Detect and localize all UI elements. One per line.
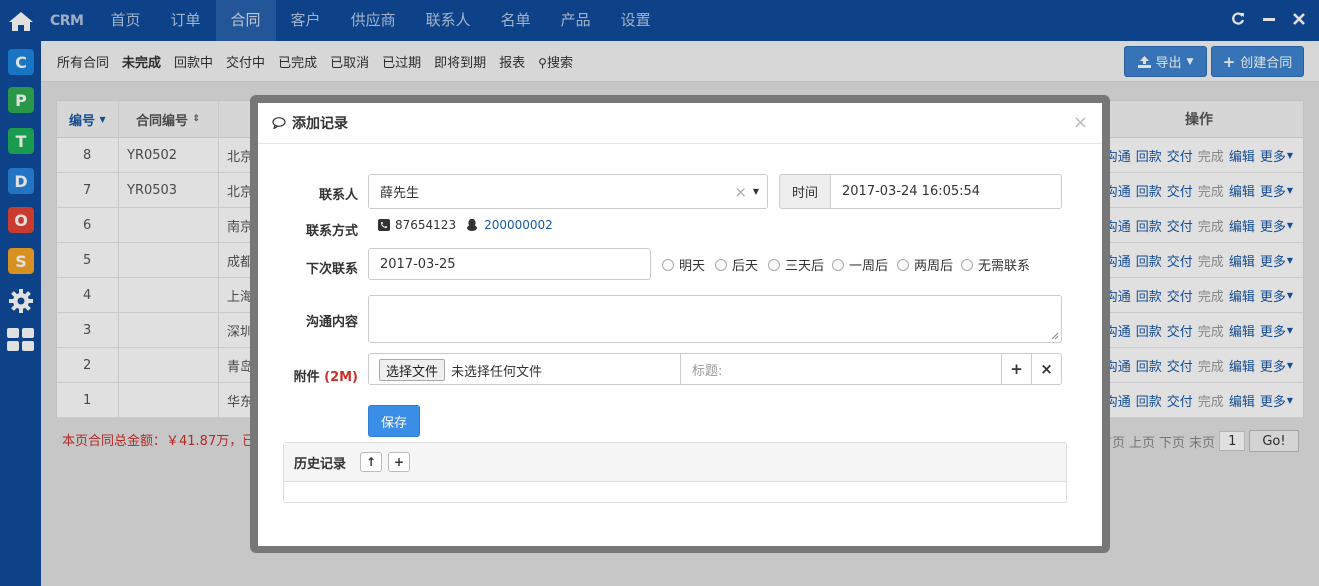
add-attachment-button[interactable]: + <box>1001 353 1032 385</box>
file-status-text: 未选择任何文件 <box>451 365 543 380</box>
contact-value: 薛先生 <box>380 186 420 201</box>
dialog-header: 添加记录 × <box>258 103 1102 144</box>
next-contact-option[interactable]: 无需联系 <box>961 255 1030 274</box>
radio-label: 明天 <box>679 259 706 274</box>
radio-circle[interactable] <box>662 258 674 271</box>
contact-method-info: 87654123 200000002 <box>378 218 553 232</box>
clear-icon[interactable]: × <box>734 183 747 201</box>
radio-label: 一周后 <box>849 259 889 274</box>
comment-icon <box>272 117 286 129</box>
qq-number[interactable]: 200000002 <box>484 218 553 232</box>
save-button[interactable]: 保存 <box>368 405 420 437</box>
dialog-close-icon[interactable]: × <box>1073 112 1088 133</box>
resize-handle-icon[interactable] <box>1051 332 1059 340</box>
radio-circle[interactable] <box>715 258 727 271</box>
contact-label: 联系人 <box>318 188 358 203</box>
next-contact-option[interactable]: 一周后 <box>832 255 888 274</box>
caret-down-icon[interactable]: ▼ <box>753 187 759 196</box>
radio-label: 两周后 <box>914 259 954 274</box>
radio-circle[interactable] <box>961 258 973 271</box>
phone-number: 87654123 <box>395 218 457 232</box>
attachment-label: 附件 (2M) <box>293 370 358 385</box>
dialog-title: 添加记录 <box>292 116 348 132</box>
radio-label: 后天 <box>732 259 759 274</box>
collapse-arrow-up-icon[interactable]: ↑ <box>360 452 383 472</box>
next-contact-option[interactable]: 两周后 <box>897 255 953 274</box>
content-label: 沟通内容 <box>305 315 358 330</box>
history-panel: 历史记录 ↑ + <box>283 442 1067 503</box>
qq-icon <box>467 218 478 231</box>
radio-label: 三天后 <box>785 259 825 274</box>
add-record-dialog: 添加记录 × 联系人 薛先生 × ▼ 时间 2017-03-24 16:05:5… <box>258 103 1102 546</box>
time-label: 时间 <box>779 174 831 209</box>
contact-method-label: 联系方式 <box>305 224 358 239</box>
add-history-plus-icon[interactable]: + <box>388 452 411 472</box>
contact-select[interactable]: 薛先生 × ▼ <box>368 174 768 209</box>
radio-circle[interactable] <box>832 258 844 271</box>
phone-icon <box>378 219 390 231</box>
radio-circle[interactable] <box>897 258 909 271</box>
radio-circle[interactable] <box>768 258 780 271</box>
next-contact-date-input[interactable]: 2017-03-25 <box>368 248 651 280</box>
history-title: 历史记录 <box>294 456 347 472</box>
next-contact-option[interactable]: 三天后 <box>768 255 824 274</box>
radio-label: 无需联系 <box>978 259 1031 274</box>
next-contact-option[interactable]: 后天 <box>715 255 758 274</box>
time-input[interactable]: 2017-03-24 16:05:54 <box>830 174 1062 209</box>
history-header: 历史记录 ↑ + <box>284 443 1066 482</box>
attachment-title-input[interactable]: 标题: <box>680 353 1002 385</box>
remove-attachment-button[interactable]: × <box>1031 353 1062 385</box>
choose-file-button[interactable]: 选择文件 <box>379 359 446 381</box>
content-textarea[interactable] <box>368 295 1062 343</box>
next-contact-option[interactable]: 明天 <box>662 255 705 274</box>
next-contact-label: 下次联系 <box>305 262 358 277</box>
